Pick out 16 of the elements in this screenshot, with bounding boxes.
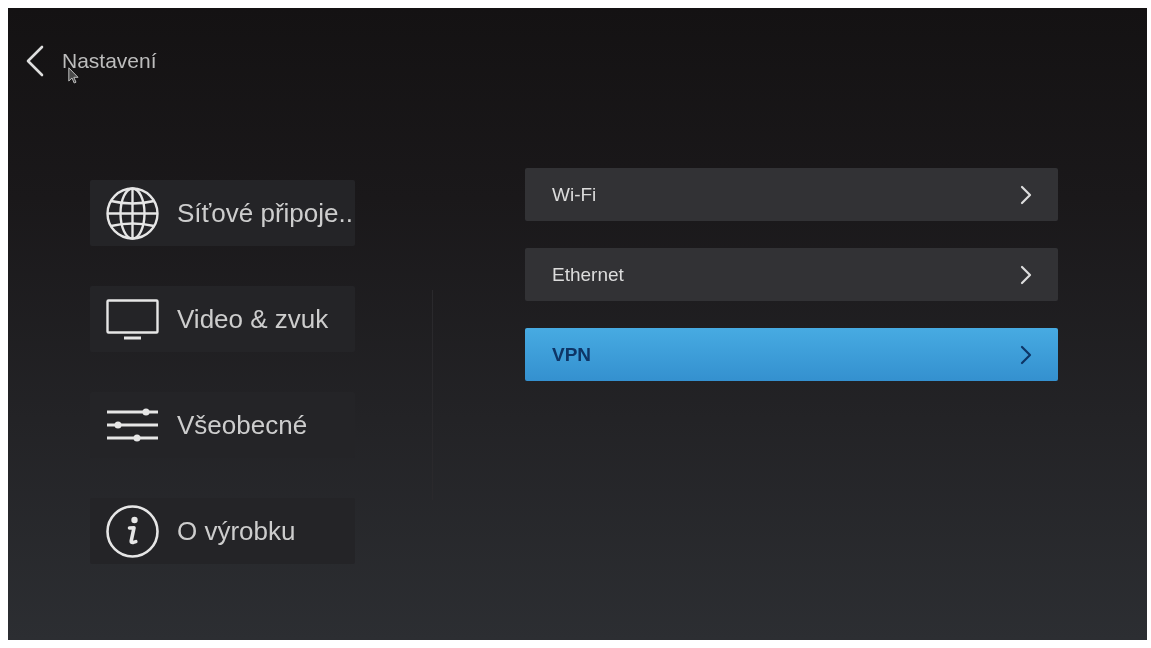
category-tile[interactable]: O výrobku bbox=[90, 498, 355, 564]
monitor-icon bbox=[106, 298, 159, 340]
network-option[interactable]: Ethernet bbox=[525, 248, 1058, 301]
chevron-right-icon bbox=[1020, 344, 1032, 365]
category-tile[interactable]: Video & zvuk bbox=[90, 286, 355, 352]
network-option[interactable]: Wi-Fi bbox=[525, 168, 1058, 221]
chevron-right-icon bbox=[1020, 264, 1032, 285]
network-option[interactable]: VPN bbox=[525, 328, 1058, 381]
sliders-icon bbox=[106, 407, 159, 443]
page-title: Nastavení bbox=[62, 49, 157, 73]
chevron-right-icon bbox=[1020, 184, 1032, 205]
category-tile[interactable]: Síťové připoje.. bbox=[90, 180, 355, 246]
info-icon bbox=[106, 504, 159, 558]
mouse-pointer-icon bbox=[68, 67, 79, 84]
back-chevron-icon[interactable] bbox=[26, 45, 44, 77]
globe-icon bbox=[106, 186, 159, 240]
